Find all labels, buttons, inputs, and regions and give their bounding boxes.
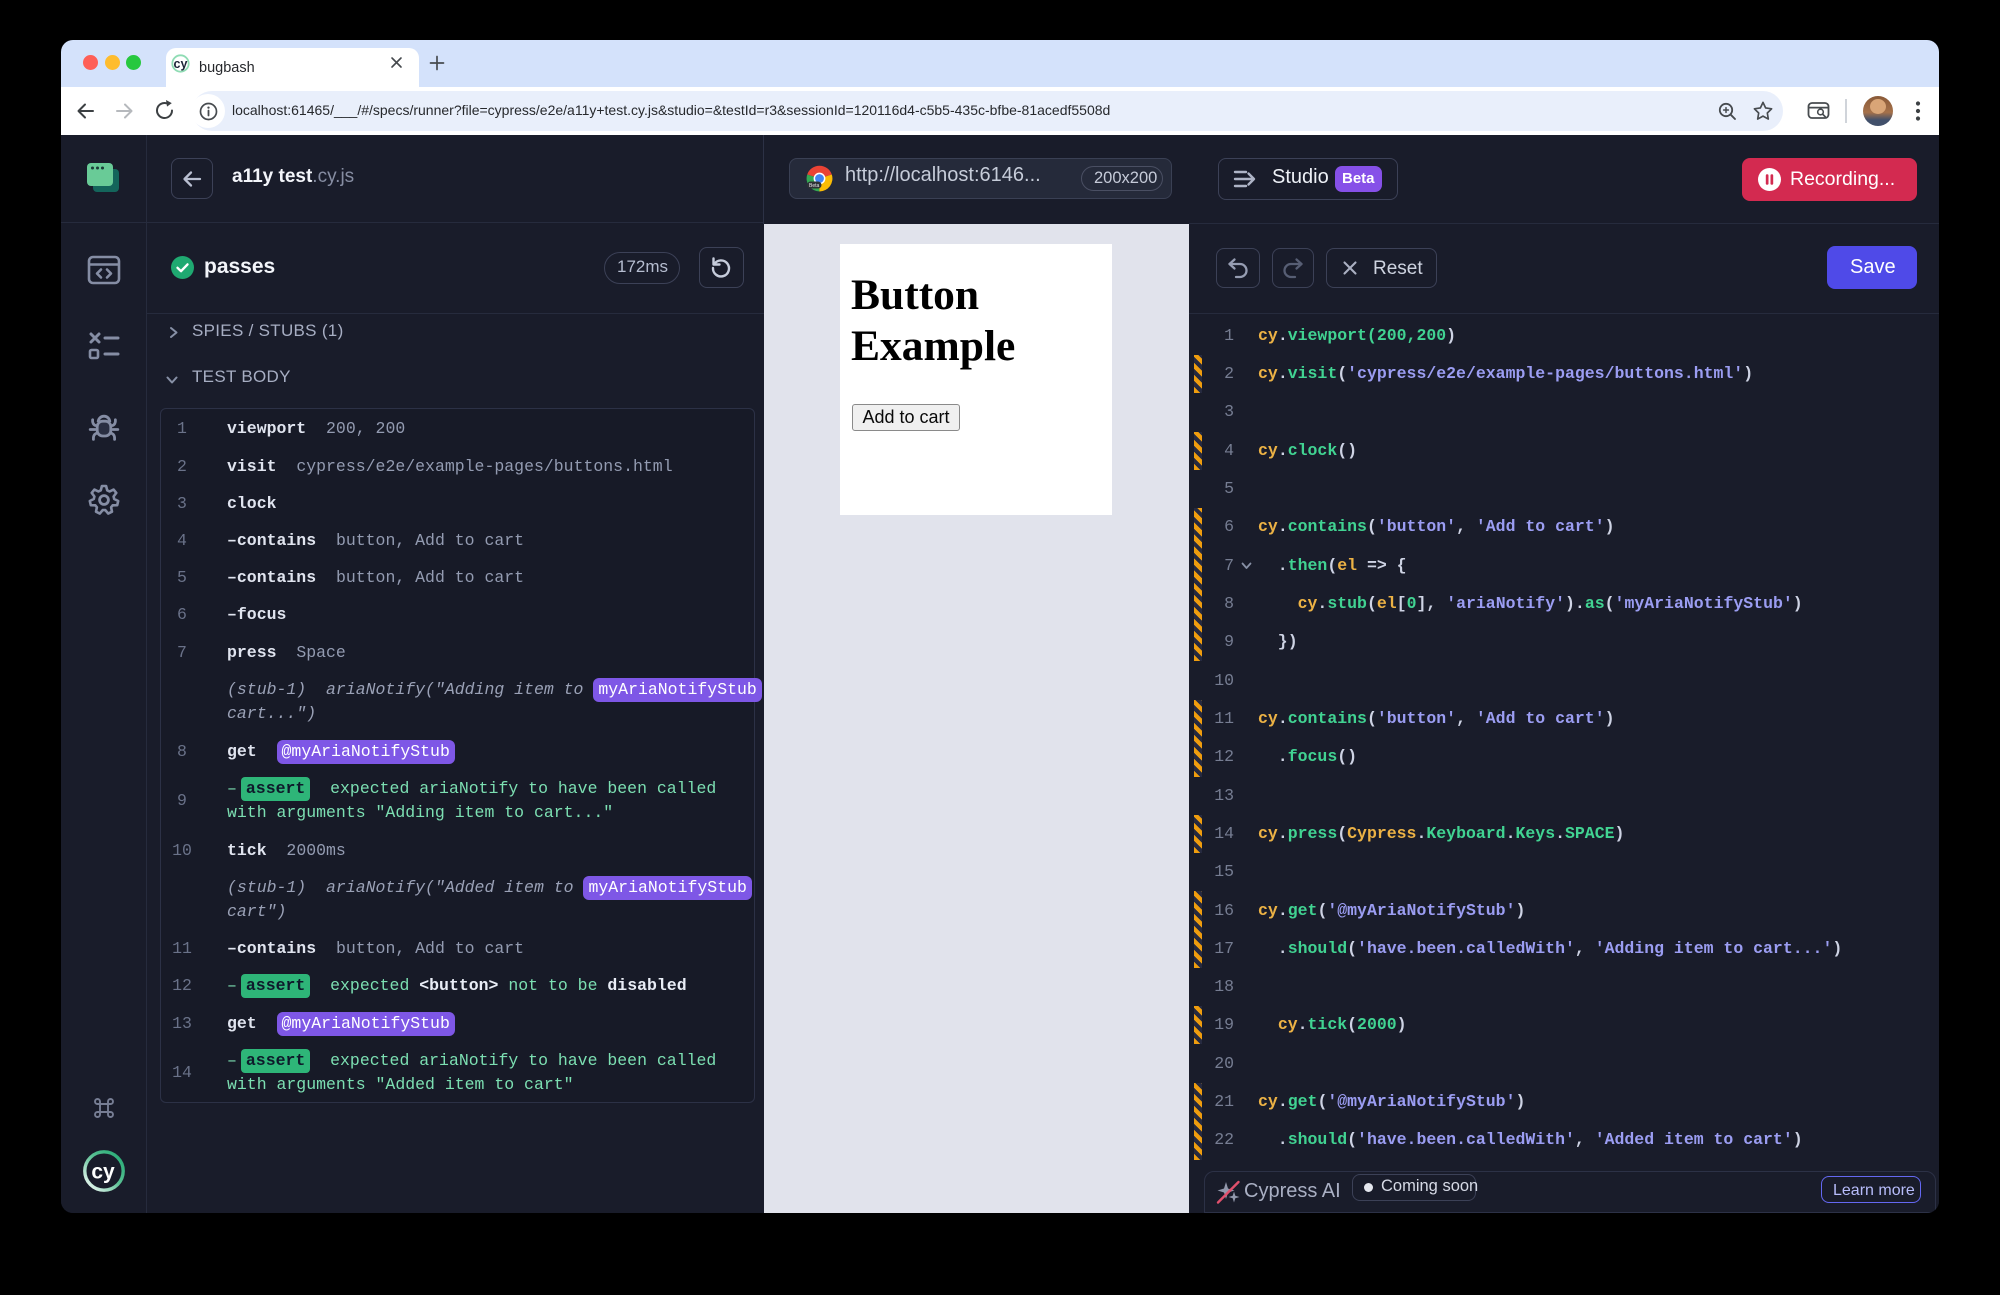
svg-text:cy: cy [91, 1161, 115, 1184]
svg-text:Beta: Beta [809, 183, 820, 189]
svg-text:cy: cy [174, 57, 188, 71]
